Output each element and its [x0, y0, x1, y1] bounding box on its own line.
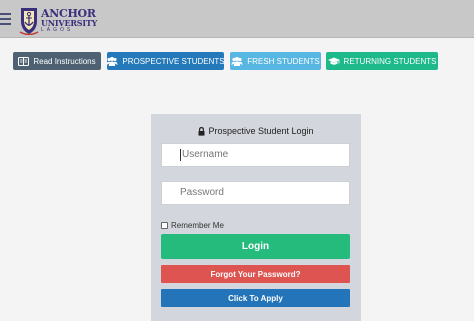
- forgot-password-label: Forgot Your Password?: [210, 269, 301, 279]
- fresh-students-button[interactable]: FRESH STUDENTS: [230, 52, 321, 70]
- prospective-students-label: PROSPECTIVE STUDENTS: [122, 56, 225, 66]
- read-instructions-button[interactable]: Read Instructions: [13, 52, 101, 70]
- password-input[interactable]: Password: [161, 181, 350, 205]
- anchor-crest-icon: [19, 8, 39, 35]
- users-icon: [106, 56, 118, 66]
- login-button[interactable]: Login: [161, 234, 350, 259]
- logo-text: ANCHOR UNIVERSITY LAGOS: [41, 8, 97, 33]
- logo[interactable]: ANCHOR UNIVERSITY LAGOS: [19, 2, 97, 38]
- click-to-apply-label: Click To Apply: [228, 293, 283, 303]
- prospective-students-button[interactable]: PROSPECTIVE STUDENTS: [106, 52, 225, 70]
- book-icon: [18, 56, 30, 66]
- fresh-students-label: FRESH STUDENTS: [247, 56, 320, 66]
- password-placeholder: Password: [180, 187, 224, 198]
- remember-me-checkbox[interactable]: [161, 222, 168, 229]
- forgot-password-button[interactable]: Forgot Your Password?: [161, 265, 350, 283]
- login-title-text: Prospective Student Login: [208, 126, 314, 136]
- text-caret: [180, 149, 181, 161]
- remember-me[interactable]: Remember Me: [161, 221, 224, 230]
- logo-line-3: LAGOS: [41, 26, 74, 33]
- login-button-label: Login: [241, 241, 270, 252]
- hamburger-icon[interactable]: [0, 13, 11, 25]
- login-title: Prospective Student Login: [151, 126, 361, 136]
- login-panel: Prospective Student Login Username Passw…: [151, 114, 361, 321]
- users-icon: [231, 56, 243, 66]
- logo-line-2: UNIVERSITY: [41, 17, 98, 28]
- lock-icon: [198, 126, 205, 136]
- click-to-apply-button[interactable]: Click To Apply: [161, 289, 350, 307]
- read-instructions-label: Read Instructions: [33, 56, 96, 66]
- top-bar: ANCHOR UNIVERSITY LAGOS: [0, 0, 474, 38]
- username-placeholder: Username: [182, 149, 229, 160]
- returning-students-button[interactable]: RETURNING STUDENTS: [326, 52, 438, 70]
- returning-students-label: RETURNING STUDENTS: [343, 56, 437, 66]
- username-input[interactable]: Username: [161, 143, 350, 167]
- remember-me-label: Remember Me: [171, 221, 224, 230]
- graduation-cap-icon: [327, 57, 340, 65]
- logo-line-1: ANCHOR: [41, 6, 96, 20]
